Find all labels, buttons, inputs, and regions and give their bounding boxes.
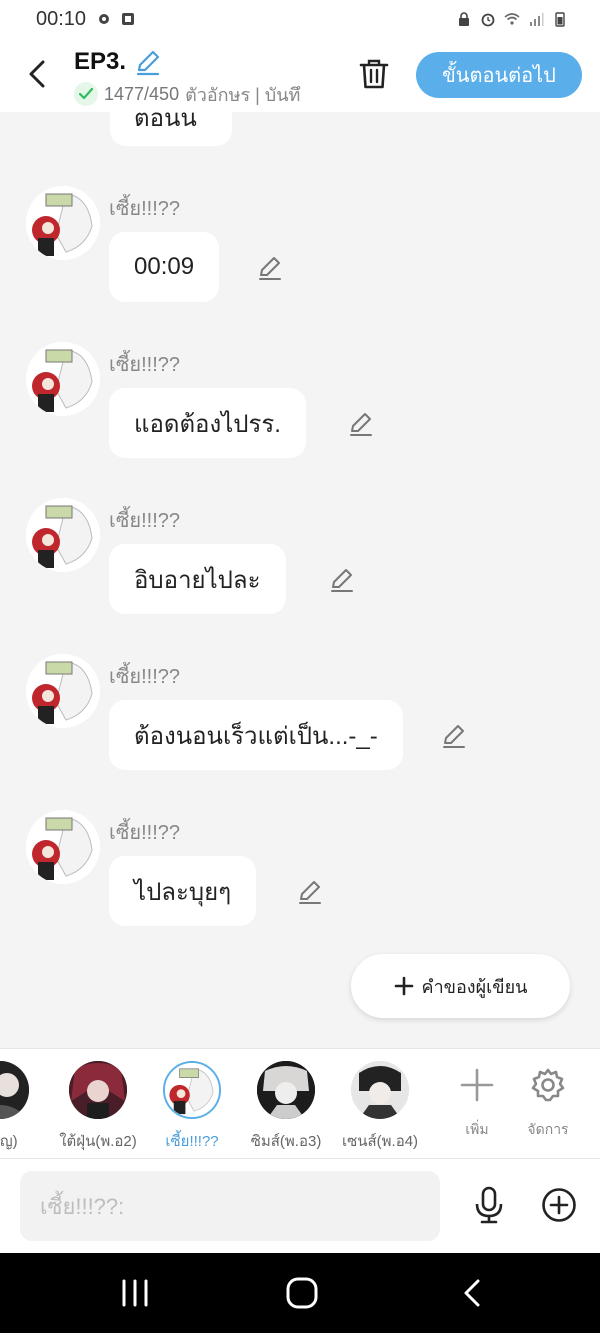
delete-button[interactable] [356, 56, 392, 92]
chevron-left-icon [29, 60, 45, 88]
writer-note-label: คำของผู้เขียน [421, 976, 528, 997]
screen: 00:10 EP3. 1477/450 ตัวอักษร | บันทึ ขั้… [0, 0, 600, 1333]
message-bubble-partial[interactable]: ตอนนี้ [110, 112, 232, 146]
character-item[interactable]: า.(ญ) [0, 1061, 46, 1151]
sender-name: เซี้ย!!!?? [109, 510, 181, 532]
episode-title-row[interactable]: EP3. [74, 46, 334, 78]
character-avatar [257, 1061, 315, 1119]
character-item[interactable]: ซิมส์(พ.อ3) [240, 1061, 332, 1151]
message-input[interactable]: เซี้ย!!!??: [20, 1171, 440, 1241]
check-icon [74, 82, 98, 106]
chat-message: เซี้ย!!!?? ต้องนอนเร็วแต่เป็น...-_- [0, 654, 600, 794]
character-item[interactable]: เซนส์(พ.อ4) [334, 1061, 426, 1151]
character-avatar [69, 1061, 127, 1119]
back-arrow-icon [464, 1279, 480, 1307]
save-status-row: 1477/450 ตัวอักษร | บันทึ [74, 80, 332, 108]
avatar[interactable] [26, 654, 100, 728]
character-item-selected[interactable]: เซี้ย!!!?? [146, 1061, 238, 1151]
home-button[interactable] [282, 1273, 322, 1313]
character-avatar [0, 1061, 29, 1119]
voice-input-button[interactable] [470, 1185, 508, 1225]
character-label: า.(ญ) [0, 1133, 18, 1150]
edit-icon[interactable] [296, 878, 324, 906]
add-label: เพิ่ม [465, 1121, 489, 1137]
sender-name: เซี้ย!!!?? [109, 198, 181, 220]
pencil-icon[interactable] [134, 48, 162, 76]
chat-area[interactable]: ตอนนี้ เซี้ย!!!?? 00:09 เซี้ย!!!?? แอดต้… [0, 112, 600, 1048]
character-avatar [163, 1061, 221, 1119]
status-left-icons [96, 11, 136, 27]
wifi-icon [504, 13, 520, 25]
message-bubble[interactable]: อิบอายไปละ [109, 544, 286, 614]
character-item[interactable]: ใต้ฝุ่น(พ.อ2) [52, 1061, 144, 1151]
avatar[interactable] [26, 498, 100, 572]
edit-icon[interactable] [256, 254, 284, 282]
chat-message: เซี้ย!!!?? อิบอายไปละ [0, 498, 600, 638]
edit-icon[interactable] [347, 410, 375, 438]
battery-icon [555, 12, 565, 27]
chat-message: เซี้ย!!!?? 00:09 [0, 186, 600, 326]
recent-apps-button[interactable] [115, 1273, 155, 1313]
manage-label: จัดการ [527, 1121, 569, 1137]
plus-circle-icon [542, 1188, 576, 1222]
character-label: เซี้ย!!!?? [165, 1133, 219, 1150]
add-character-button[interactable]: เพิ่ม [447, 1065, 507, 1141]
avatar[interactable] [26, 810, 100, 884]
home-icon [286, 1277, 318, 1309]
message-bubble[interactable]: ต้องนอนเร็วแต่เป็น...-_- [109, 700, 403, 770]
avatar[interactable] [26, 342, 100, 416]
chat-message: เซี้ย!!!?? ไปละบุยๆ [0, 810, 600, 950]
input-bar: เซี้ย!!!??: [0, 1158, 600, 1253]
system-nav-bar [0, 1253, 600, 1333]
episode-title: EP3. [74, 48, 127, 75]
character-avatar [351, 1061, 409, 1119]
character-bar: า.(ญ) ใต้ฝุ่น(พ.อ2) เซี้ย!!!?? ซิมส์(พ.อ… [0, 1048, 600, 1158]
plus-icon [457, 1065, 497, 1105]
character-label: ใต้ฝุ่น(พ.อ2) [59, 1133, 137, 1150]
edit-icon[interactable] [328, 566, 356, 594]
sender-name: เซี้ย!!!?? [109, 666, 181, 688]
writer-note-button[interactable]: คำของผู้เขียน [351, 954, 570, 1018]
gear-icon [528, 1065, 568, 1105]
status-bar: 00:10 [0, 0, 600, 38]
top-app-bar: EP3. 1477/450 ตัวอักษร | บันทึ ขั้นตอนต่… [0, 38, 600, 112]
back-button[interactable] [22, 56, 52, 92]
alarm-icon [481, 13, 495, 27]
next-step-button[interactable]: ขั้นตอนต่อไป [416, 52, 582, 98]
character-count-suffix: ตัวอักษร | บันทึ [185, 84, 301, 105]
system-back-button[interactable] [452, 1273, 492, 1313]
character-label: ซิมส์(พ.อ3) [250, 1133, 322, 1150]
character-count: 1477/450 [104, 83, 180, 104]
signal-icon [530, 13, 544, 26]
title-block: EP3. 1477/450 ตัวอักษร | บันทึ [74, 46, 334, 108]
edit-icon[interactable] [440, 722, 468, 750]
message-bubble[interactable]: 00:09 [109, 232, 220, 302]
message-bubble[interactable]: แอดต้องไปรร. [109, 388, 306, 458]
attach-button[interactable] [540, 1185, 578, 1225]
manage-characters-button[interactable]: จัดการ [518, 1065, 578, 1141]
message-bubble[interactable]: ไปละบุยๆ [109, 856, 257, 926]
sender-name: เซี้ย!!!?? [109, 822, 181, 844]
settings-icon [99, 14, 110, 24]
trash-icon [359, 59, 389, 89]
character-label: เซนส์(พ.อ4) [341, 1133, 419, 1150]
chat-message: เซี้ย!!!?? แอดต้องไปรร. [0, 342, 600, 482]
sender-name: เซี้ย!!!?? [109, 354, 181, 376]
status-right-icons [456, 11, 568, 27]
plus-icon [394, 976, 413, 996]
avatar[interactable] [26, 186, 100, 260]
lock-icon [459, 12, 469, 26]
screenshot-icon [122, 13, 135, 25]
microphone-icon [475, 1186, 503, 1224]
status-time: 00:10 [36, 7, 87, 30]
recent-apps-icon [122, 1279, 148, 1307]
